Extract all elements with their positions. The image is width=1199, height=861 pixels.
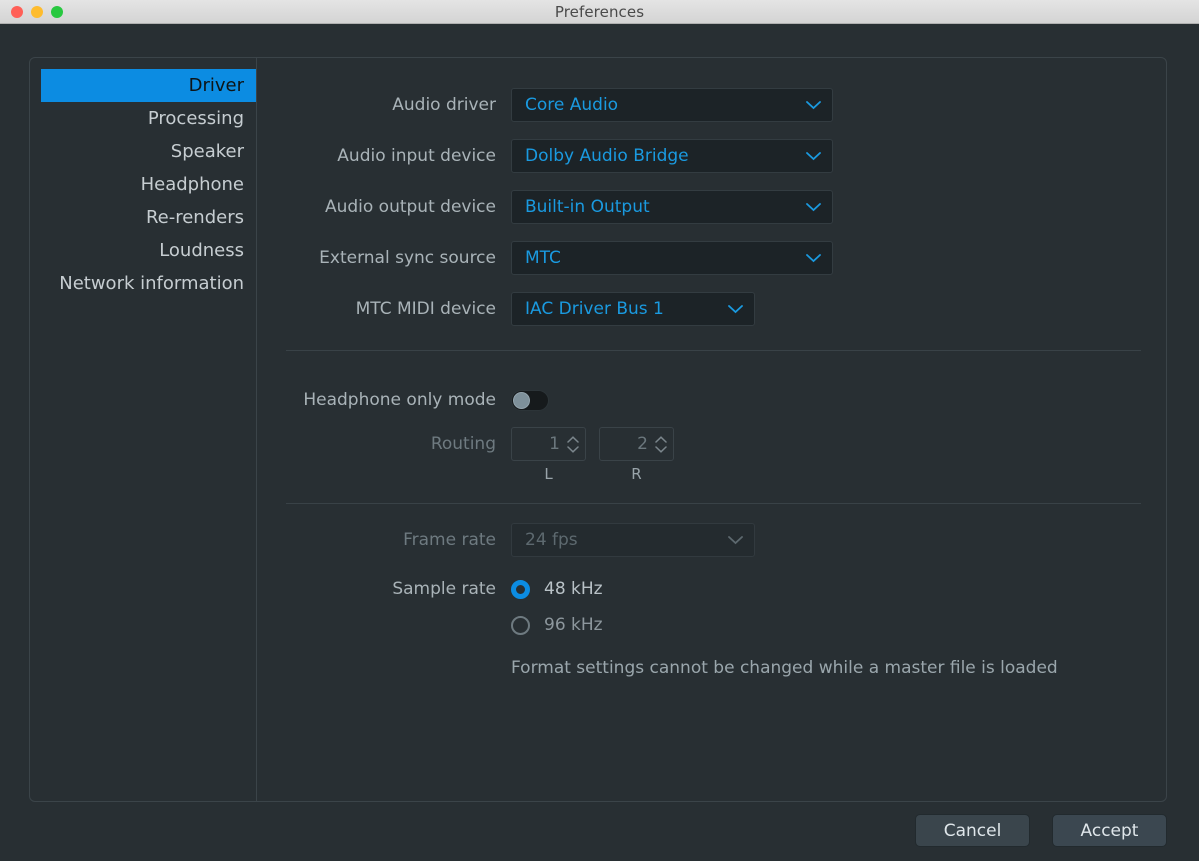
audio-input-device-label: Audio input device bbox=[337, 146, 496, 166]
routing-left-value: 1 bbox=[549, 434, 560, 454]
sample-rate-label: Sample rate bbox=[392, 579, 496, 599]
sample-rate-row-96: 96 kHz bbox=[257, 610, 1058, 640]
mtc-midi-device-select[interactable]: IAC Driver Bus 1 bbox=[511, 292, 755, 326]
sidebar-item-re-renders[interactable]: Re-renders bbox=[41, 201, 256, 234]
audio-output-device-select[interactable]: Built-in Output bbox=[511, 190, 833, 224]
toggle-knob bbox=[513, 391, 530, 409]
frame-rate-value: 24 fps bbox=[525, 530, 578, 550]
mtc-midi-device-row: MTC MIDI device IAC Driver Bus 1 bbox=[257, 292, 833, 326]
external-sync-source-row: External sync source MTC bbox=[257, 241, 833, 275]
section-divider-bottom bbox=[286, 503, 1141, 504]
audio-driver-value: Core Audio bbox=[525, 95, 619, 115]
routing-right-stepper[interactable]: 2 bbox=[599, 427, 674, 461]
sidebar-item-speaker[interactable]: Speaker bbox=[41, 135, 256, 168]
radio-selected-icon[interactable] bbox=[511, 579, 530, 599]
sample-rate-48khz-label: 48 kHz bbox=[544, 579, 603, 599]
mtc-midi-device-label: MTC MIDI device bbox=[355, 299, 496, 319]
audio-input-device-row: Audio input device Dolby Audio Bridge bbox=[257, 139, 833, 173]
audio-output-device-label: Audio output device bbox=[324, 197, 496, 217]
external-sync-source-label: External sync source bbox=[319, 248, 496, 268]
chevron-down-icon bbox=[806, 152, 821, 161]
cancel-button[interactable]: Cancel bbox=[915, 814, 1030, 847]
preferences-window: Driver Processing Speaker Headphone Re-r… bbox=[0, 24, 1199, 861]
preferences-sidebar: Driver Processing Speaker Headphone Re-r… bbox=[30, 58, 257, 801]
sidebar-item-network-information[interactable]: Network information bbox=[41, 267, 256, 300]
dialog-footer: Cancel Accept bbox=[915, 814, 1167, 847]
section-divider-top bbox=[286, 350, 1141, 351]
minimize-window-button[interactable] bbox=[31, 6, 43, 18]
sample-rate-option-48khz[interactable]: 48 kHz bbox=[511, 574, 603, 604]
audio-input-device-select[interactable]: Dolby Audio Bridge bbox=[511, 139, 833, 173]
frame-rate-label: Frame rate bbox=[403, 530, 496, 550]
sidebar-item-driver[interactable]: Driver bbox=[41, 69, 256, 102]
external-sync-source-value: MTC bbox=[525, 248, 561, 268]
sidebar-item-headphone[interactable]: Headphone bbox=[41, 168, 256, 201]
sidebar-item-processing[interactable]: Processing bbox=[41, 102, 256, 135]
sample-rate-row-48: Sample rate 48 kHz bbox=[257, 574, 1058, 604]
chevron-down-icon bbox=[728, 305, 743, 314]
routing-left-stepper[interactable]: 1 bbox=[511, 427, 586, 461]
stepper-arrows-icon bbox=[655, 435, 667, 453]
audio-driver-select[interactable]: Core Audio bbox=[511, 88, 833, 122]
headphone-only-mode-toggle[interactable] bbox=[511, 389, 549, 411]
sidebar-item-loudness[interactable]: Loudness bbox=[41, 234, 256, 267]
accept-button[interactable]: Accept bbox=[1052, 814, 1167, 847]
chevron-down-icon bbox=[806, 254, 821, 263]
zoom-window-button[interactable] bbox=[51, 6, 63, 18]
headphone-only-mode-label: Headphone only mode bbox=[303, 390, 496, 410]
audio-input-device-value: Dolby Audio Bridge bbox=[525, 146, 689, 166]
frame-rate-select[interactable]: 24 fps bbox=[511, 523, 755, 557]
audio-driver-label: Audio driver bbox=[392, 95, 496, 115]
frame-rate-row: Frame rate 24 fps bbox=[257, 523, 1058, 557]
routing-left-caption: L bbox=[544, 465, 553, 483]
audio-driver-row: Audio driver Core Audio bbox=[257, 88, 833, 122]
stepper-arrows-icon bbox=[567, 435, 579, 453]
routing-right-caption: R bbox=[631, 465, 642, 483]
audio-output-device-row: Audio output device Built-in Output bbox=[257, 190, 833, 224]
preferences-panel: Driver Processing Speaker Headphone Re-r… bbox=[29, 57, 1167, 802]
chevron-down-icon bbox=[728, 536, 743, 545]
external-sync-source-select[interactable]: MTC bbox=[511, 241, 833, 275]
headphone-only-mode-row: Headphone only mode bbox=[257, 383, 674, 417]
routing-row: Routing 1 L 2 R bbox=[257, 427, 674, 483]
routing-right-value: 2 bbox=[637, 434, 648, 454]
mtc-midi-device-value: IAC Driver Bus 1 bbox=[525, 299, 664, 319]
window-title-bar: Preferences bbox=[0, 0, 1199, 24]
sample-rate-96khz-label: 96 kHz bbox=[544, 615, 603, 635]
traffic-light-buttons bbox=[11, 6, 63, 18]
chevron-down-icon bbox=[806, 101, 821, 110]
sample-rate-option-96khz[interactable]: 96 kHz bbox=[511, 610, 603, 640]
window-title: Preferences bbox=[554, 2, 645, 21]
driver-settings-pane: Audio driver Core Audio Audio input devi… bbox=[257, 58, 1166, 801]
routing-label: Routing bbox=[430, 434, 496, 454]
chevron-down-icon bbox=[806, 203, 821, 212]
close-window-button[interactable] bbox=[11, 6, 23, 18]
format-note-row: Format settings cannot be changed while … bbox=[257, 658, 1058, 678]
radio-unselected-icon[interactable] bbox=[511, 615, 530, 635]
audio-output-device-value: Built-in Output bbox=[525, 197, 650, 217]
format-note-text: Format settings cannot be changed while … bbox=[511, 658, 1058, 678]
